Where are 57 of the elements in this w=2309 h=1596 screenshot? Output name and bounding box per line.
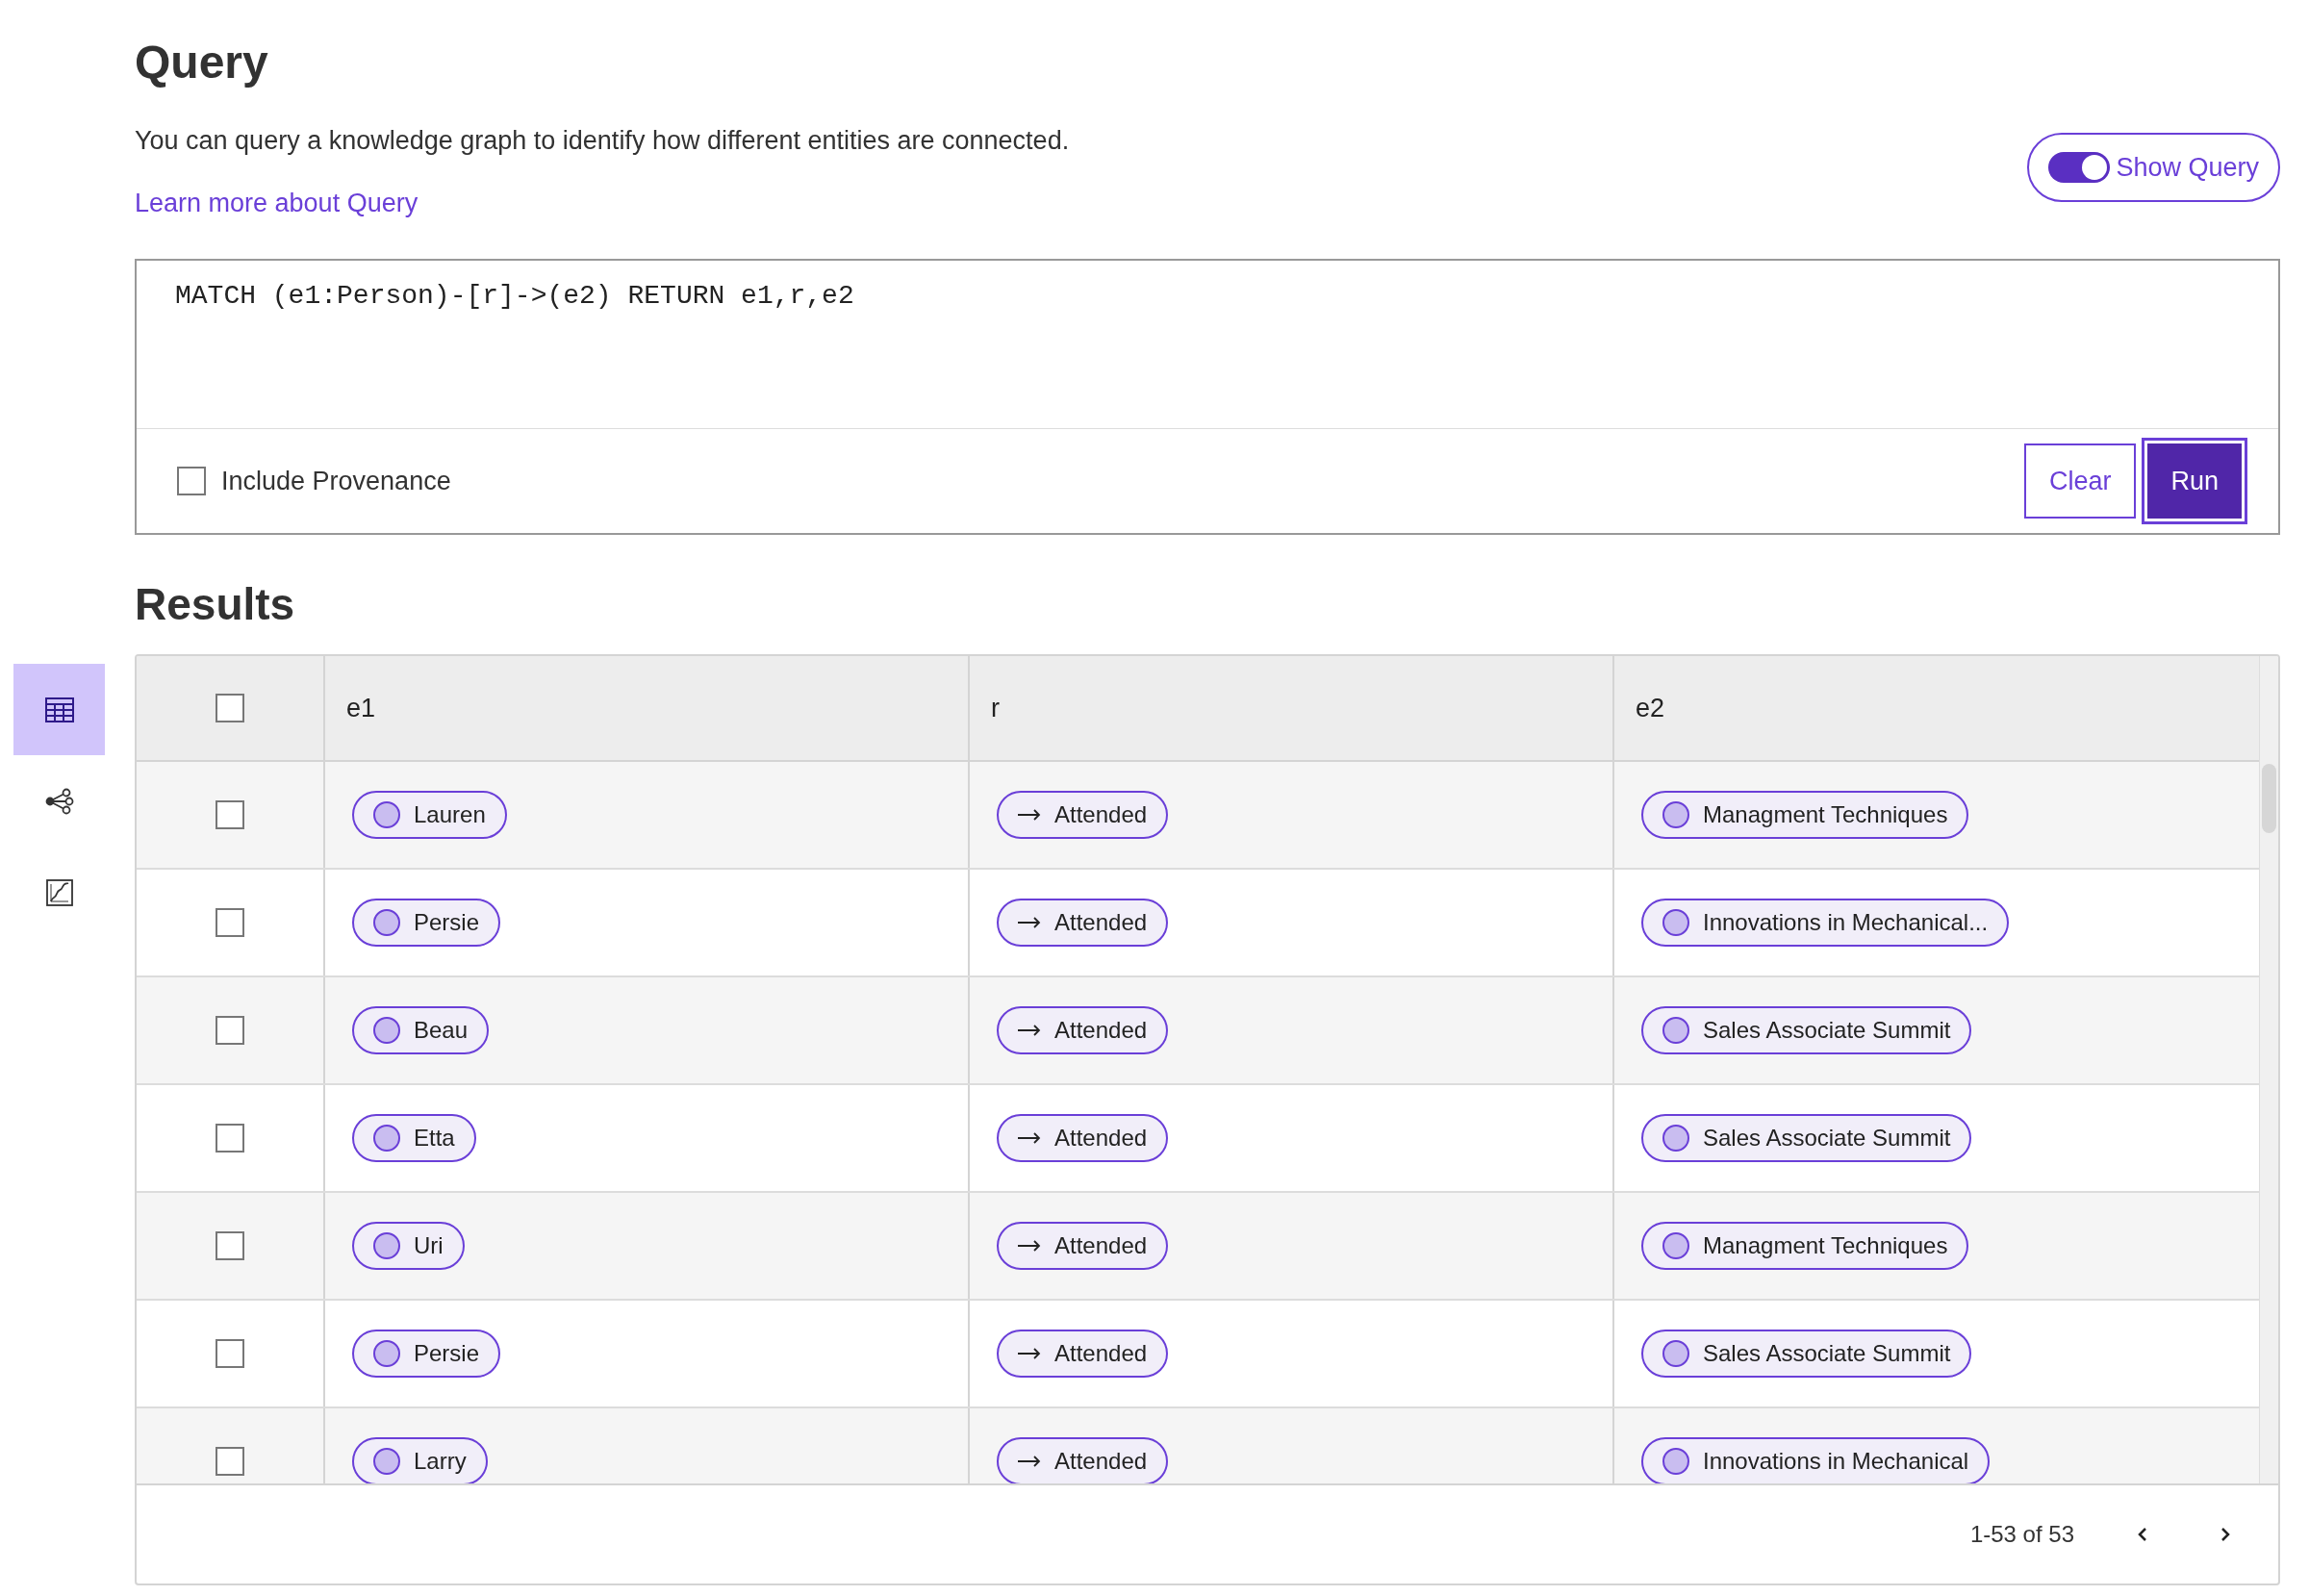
entity-chip[interactable]: Sales Associate Summit (1641, 1330, 1972, 1378)
checkbox-label: Include Provenance (221, 465, 451, 497)
entity-chip[interactable]: Innovations in Mechanical... (1641, 899, 2010, 947)
clear-button[interactable]: Clear (2023, 443, 2137, 519)
switch-track[interactable] (2048, 152, 2111, 183)
arrow-icon (1018, 917, 1041, 928)
scrollbar-thumb[interactable] (2262, 764, 2276, 833)
entity-chip[interactable]: Sales Associate Summit (1641, 1114, 1972, 1162)
column-header: r (991, 692, 1000, 724)
relationship-chip[interactable]: Attended (997, 791, 1169, 839)
entity-chip[interactable]: Beau (352, 1006, 490, 1054)
results-title: Results (135, 578, 296, 631)
nodes-icon (44, 787, 74, 815)
row-checkbox[interactable] (216, 908, 244, 937)
row-checkbox[interactable] (216, 800, 244, 829)
page-title: Query (135, 36, 269, 89)
entity-chip[interactable]: Larry (352, 1437, 488, 1483)
chevron-right-icon (2220, 1526, 2231, 1543)
arrow-icon (1018, 1132, 1041, 1144)
entity-chip[interactable]: Uri (352, 1222, 465, 1270)
entity-chip[interactable]: Innovations in Mechanical (1641, 1437, 1991, 1483)
relationship-chip[interactable]: Attended (997, 1114, 1169, 1162)
chevron-left-icon (2137, 1526, 2148, 1543)
row-checkbox[interactable] (216, 1124, 244, 1153)
relationship-chip[interactable]: Attended (997, 1330, 1169, 1378)
entity-chip[interactable]: Managment Techniques (1641, 791, 1969, 839)
page-description: You can query a knowledge graph to identify how different entities are connected. (135, 125, 1070, 157)
relationship-chip[interactable]: Attended (997, 1222, 1169, 1270)
arrow-icon (1018, 1456, 1041, 1467)
arrow-icon (1018, 1240, 1041, 1252)
entity-chip[interactable]: Sales Associate Summit (1641, 1006, 1972, 1054)
chart-icon (45, 878, 73, 906)
entity-chip[interactable]: Etta (352, 1114, 476, 1162)
sidebar-tab[interactable] (13, 664, 105, 755)
arrow-icon (1018, 809, 1041, 821)
arrow-icon (1018, 1025, 1041, 1036)
pagination-text: 1-53 of 53 (1969, 1520, 2074, 1549)
arrow-icon (1018, 1348, 1041, 1359)
entity-chip[interactable]: Managment Techniques (1641, 1222, 1969, 1270)
column-header: e1 (346, 692, 376, 724)
relationship-chip[interactable]: Attended (997, 1437, 1169, 1483)
row-checkbox[interactable] (216, 1016, 244, 1045)
learn-more-link[interactable]: Learn more about Query (135, 183, 1070, 222)
row-checkbox[interactable] (216, 1447, 244, 1476)
select-all-checkbox[interactable] (216, 694, 244, 722)
relationship-chip[interactable]: Attended (997, 1006, 1169, 1054)
table-icon (44, 697, 74, 722)
entity-chip[interactable]: Persie (352, 899, 501, 947)
row-checkbox[interactable] (216, 1231, 244, 1260)
show-query-toggle[interactable]: Show Query (2027, 133, 2280, 202)
relationship-chip[interactable]: Attended (997, 899, 1169, 947)
query-input[interactable]: MATCH (e1:Person)-[r]->(e2) RETURN e1,r,e2 (137, 261, 2278, 429)
entity-chip[interactable]: Lauren (352, 791, 507, 839)
row-checkbox[interactable] (216, 1339, 244, 1368)
column-header: e2 (1636, 692, 1665, 724)
entity-chip[interactable]: Persie (352, 1330, 501, 1378)
checkbox[interactable] (177, 467, 206, 495)
